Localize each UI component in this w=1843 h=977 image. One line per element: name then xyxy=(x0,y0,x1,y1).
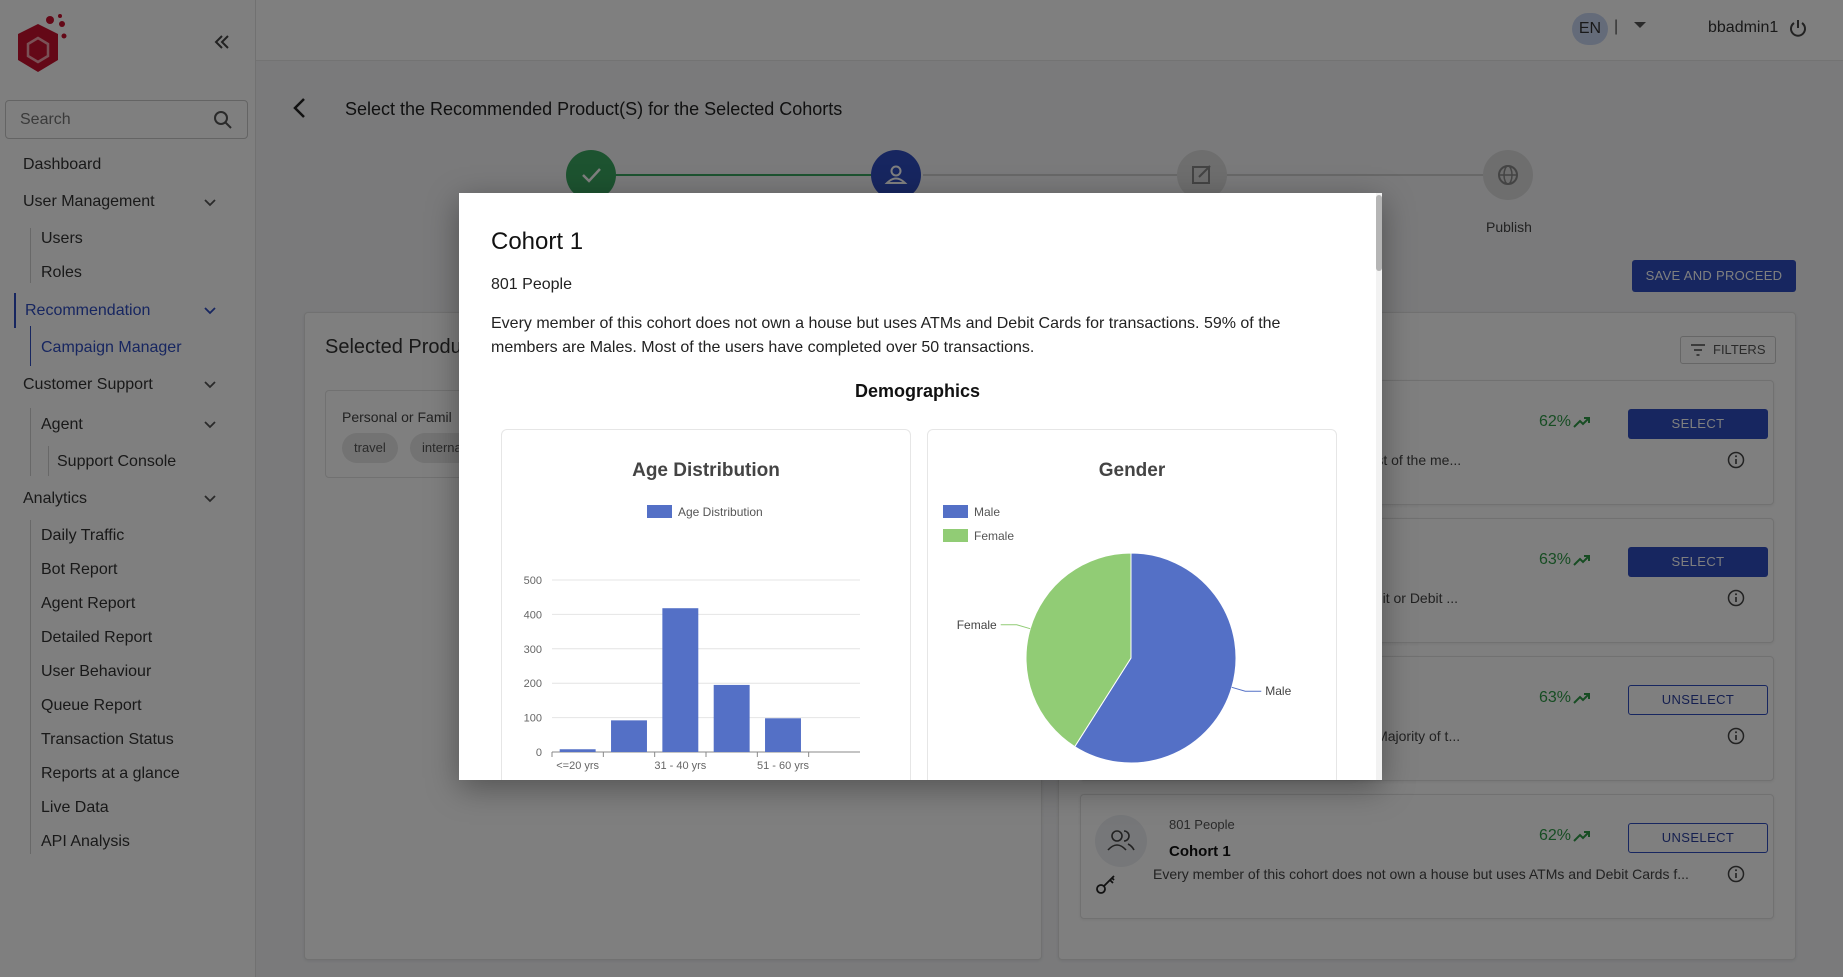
chart-title: Gender xyxy=(1098,460,1166,481)
legend-swatch[interactable] xyxy=(647,505,672,518)
legend-label: Male xyxy=(974,505,1001,519)
y-tick-label: 0 xyxy=(536,747,542,759)
modal-title: Cohort 1 xyxy=(491,228,584,255)
age-distribution-bar-chart: 0 100 200 300 400 500 <=20 yrs 31 - 40 yrs 51 - … xyxy=(524,575,860,772)
bar xyxy=(765,718,801,752)
modal-scroll-thumb[interactable] xyxy=(1376,195,1382,271)
y-tick-label: 500 xyxy=(524,575,542,587)
y-tick-label: 400 xyxy=(524,609,542,621)
bar xyxy=(559,749,596,752)
gender-card: Gender Male Female Male Female xyxy=(927,429,1337,780)
pie-label: Male xyxy=(1265,684,1291,698)
y-tick-label: 300 xyxy=(524,644,542,656)
modal-scrollbar[interactable] xyxy=(1376,193,1382,780)
gender-pie-chart: Male Female xyxy=(957,552,1292,764)
bar xyxy=(713,684,750,752)
bar xyxy=(611,720,647,752)
demographics-heading: Demographics xyxy=(854,381,981,401)
legend-swatch[interactable] xyxy=(943,505,968,518)
y-tick-label: 100 xyxy=(524,713,542,725)
modal-people-count: 801 People xyxy=(491,276,572,293)
x-tick-label: <=20 yrs xyxy=(556,760,599,772)
age-distribution-card: Age Distribution Age Distribution 0 100 20… xyxy=(501,429,911,780)
modal-description: Every member of this cohort does not own… xyxy=(491,315,1281,356)
pie-label-line xyxy=(1231,686,1262,692)
legend-label: Age Distribution xyxy=(678,505,763,519)
x-tick-label: 31 - 40 yrs xyxy=(654,760,706,772)
bar xyxy=(662,608,699,752)
x-tick-label: 51 - 60 yrs xyxy=(757,760,809,772)
pie-label: Female xyxy=(957,618,997,632)
cohort-details-modal: Cohort 1 801 People Every member of this… xyxy=(459,193,1382,780)
pie-label-line xyxy=(1000,624,1031,630)
chart-title: Age Distribution xyxy=(632,460,780,481)
y-tick-label: 200 xyxy=(524,678,542,690)
